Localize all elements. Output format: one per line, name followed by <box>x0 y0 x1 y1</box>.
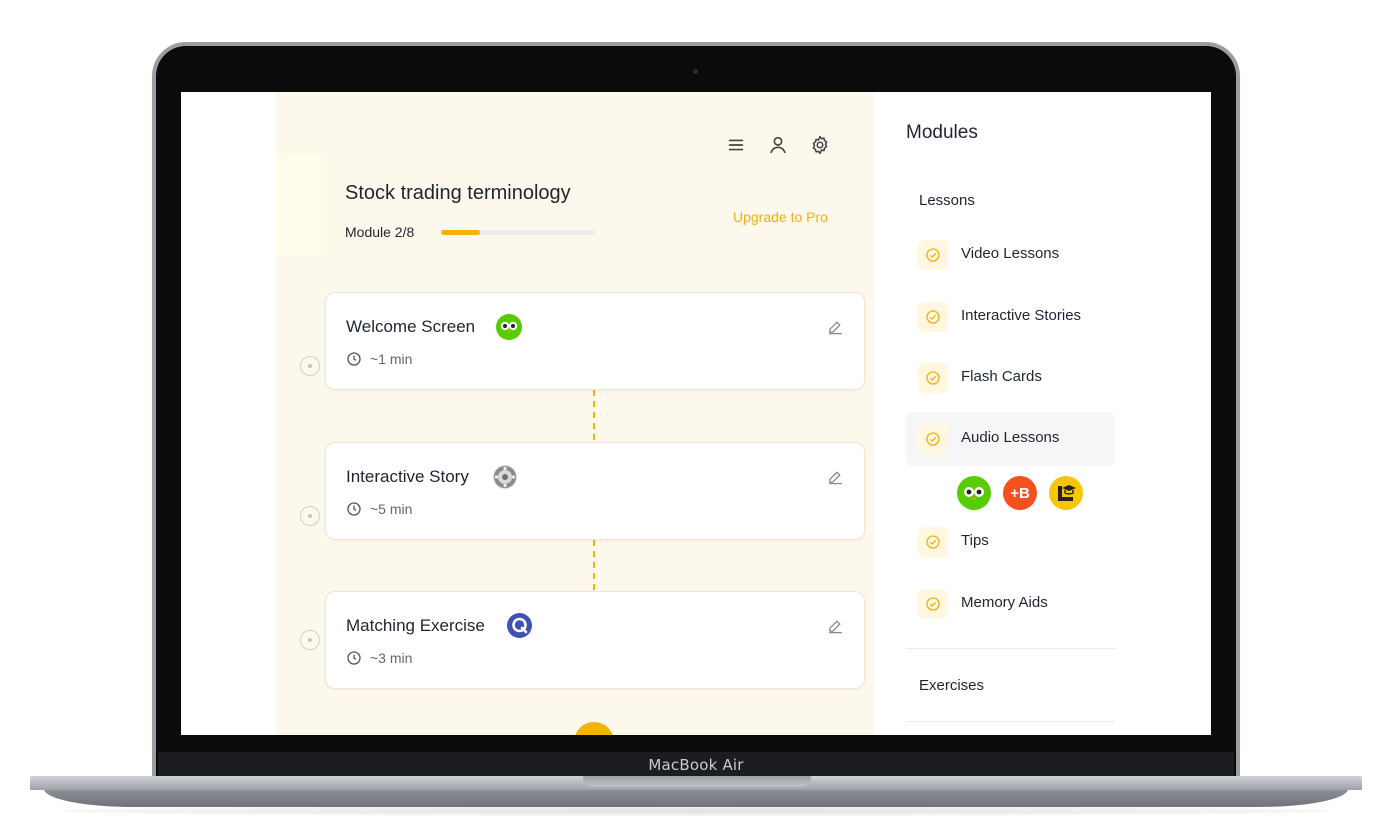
app-screen: Stock trading terminology Module 2/8 Upg… <box>181 92 1211 735</box>
clock-icon <box>347 352 361 366</box>
section-heading-lessons: Lessons <box>919 192 975 209</box>
card-title: Interactive Story <box>346 467 469 486</box>
clock-icon <box>347 651 361 665</box>
module-progress-bar <box>441 230 595 235</box>
card-title: Welcome Screen <box>346 317 476 336</box>
sidebar-item-label: Memory Aids <box>961 594 1048 611</box>
page-title: Stock trading terminology <box>345 182 571 204</box>
sidebar-item-interactive-stories[interactable]: Interactive Stories <box>906 290 1115 344</box>
laptop-chin: MacBook Air <box>158 752 1234 776</box>
menu-icon[interactable] <box>725 134 747 156</box>
sidebar-item-label: Audio Lessons <box>961 429 1060 446</box>
card-title: Matching Exercise <box>346 616 485 635</box>
device-label: MacBook Air <box>648 756 744 774</box>
sidebar-item-label: Tips <box>961 532 989 549</box>
badge-text: +B <box>1010 484 1030 502</box>
card-duration-text: ~5 min <box>370 501 413 517</box>
sidebar-item-video-lessons[interactable]: Video Lessons <box>906 228 1115 282</box>
sidebar-item-flash-cards[interactable]: Flash Cards <box>906 351 1115 405</box>
check-circle-icon <box>918 589 948 619</box>
card-duration: ~1 min <box>346 351 412 367</box>
timeline-connector <box>593 390 595 440</box>
owl-badge-icon[interactable] <box>957 476 991 510</box>
sidebar-item-label: Flash Cards <box>961 368 1042 385</box>
lesson-card-matching[interactable]: Matching Exercise ~3 min <box>325 591 865 689</box>
edit-icon[interactable] <box>827 318 844 335</box>
module-progress-fill <box>441 230 480 235</box>
owl-badge-icon <box>496 314 522 340</box>
check-circle-icon <box>918 240 948 270</box>
card-duration: ~5 min <box>346 501 412 517</box>
camera-icon <box>693 69 698 74</box>
clock-icon <box>347 502 361 516</box>
timeline-connector <box>593 540 595 590</box>
timeline-dot <box>300 356 320 376</box>
timeline-dot <box>300 630 320 650</box>
timeline-dot <box>300 506 320 526</box>
settings-icon[interactable] <box>809 134 831 156</box>
check-circle-icon <box>918 424 948 454</box>
user-icon[interactable] <box>767 134 789 156</box>
section-divider <box>906 721 1115 722</box>
lesson-card-story[interactable]: Interactive Story ~5 min <box>325 442 865 540</box>
upgrade-link[interactable]: Upgrade to Pro <box>733 209 828 225</box>
check-circle-icon <box>918 302 948 332</box>
check-circle-icon <box>918 363 948 393</box>
module-counter: Module 2/8 <box>345 224 415 240</box>
sidebar-item-label: Interactive Stories <box>961 307 1082 324</box>
plus-b-badge-icon[interactable]: +B <box>1003 476 1037 510</box>
sidebar-item-tips[interactable]: Tips <box>906 515 1115 569</box>
card-duration: ~3 min <box>346 650 412 666</box>
edit-icon[interactable] <box>827 617 844 634</box>
section-divider <box>906 648 1115 649</box>
mosaic-badge-icon <box>493 465 517 489</box>
check-circle-icon <box>918 527 948 557</box>
sidebar-title: Modules <box>906 122 978 143</box>
laptop-base-lower <box>44 789 1348 807</box>
graduation-badge-icon[interactable] <box>1049 476 1083 510</box>
edit-icon[interactable] <box>827 468 844 485</box>
section-heading-exercises[interactable]: Exercises <box>919 677 984 694</box>
laptop-notch <box>583 776 811 787</box>
accent-strip <box>276 154 327 256</box>
card-duration-text: ~3 min <box>370 650 413 666</box>
sidebar-item-memory-aids[interactable]: Memory Aids <box>906 577 1115 631</box>
lesson-card-welcome[interactable]: Welcome Screen ~1 min <box>325 292 865 390</box>
sidebar-item-audio-lessons[interactable]: Audio Lessons <box>906 412 1115 466</box>
card-duration-text: ~1 min <box>370 351 413 367</box>
q-badge-icon <box>507 613 532 638</box>
laptop-shadow <box>60 806 1332 816</box>
sidebar-item-label: Video Lessons <box>961 245 1060 262</box>
